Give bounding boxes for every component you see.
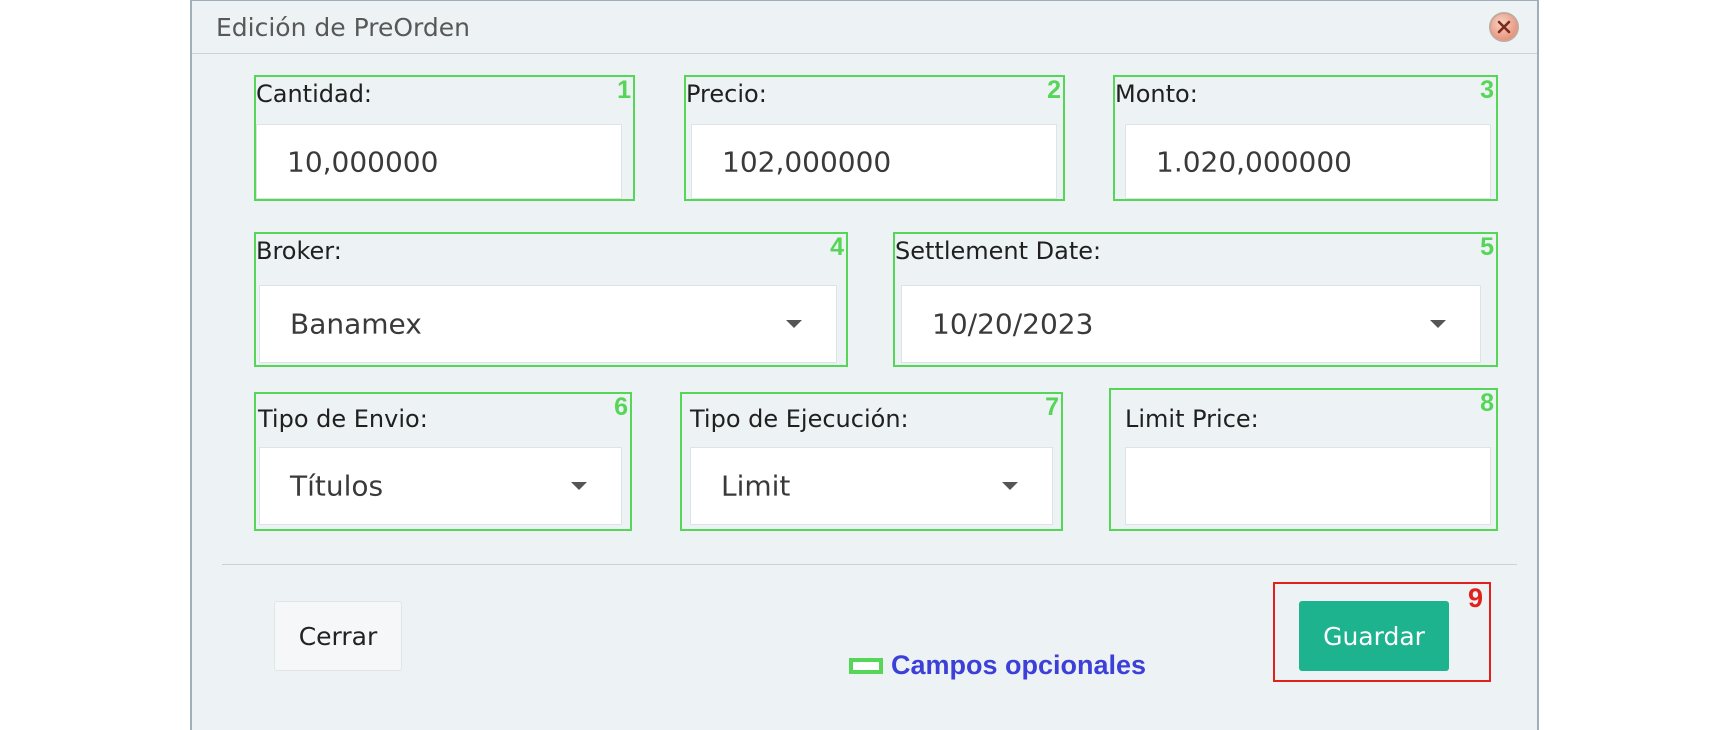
tipo-envio-value: Títulos [290, 469, 384, 503]
tipo-envio-select[interactable]: Títulos [259, 447, 622, 525]
field-number-badge: 3 [1480, 76, 1494, 104]
chevron-down-icon [1430, 320, 1446, 328]
tipo-ejecucion-select[interactable]: Limit [690, 447, 1053, 525]
chevron-down-icon [1002, 482, 1018, 490]
broker-select[interactable]: Banamex [259, 285, 837, 363]
field-number-badge: 7 [1045, 393, 1059, 421]
field-limit-price: 8 Limit Price: [1109, 388, 1498, 531]
field-number-badge: 5 [1480, 233, 1494, 261]
guardar-button[interactable]: Guardar [1299, 601, 1449, 671]
tipo-ejecucion-label: Tipo de Ejecución: [690, 405, 909, 433]
settlement-date-label: Settlement Date: [895, 237, 1102, 265]
field-settlement-date: 5 Settlement Date: 10/20/2023 [893, 232, 1498, 367]
cantidad-value: 10,000000 [287, 145, 439, 178]
field-number-badge: 2 [1047, 76, 1061, 104]
cantidad-input[interactable]: 10,000000 [256, 124, 622, 199]
precio-value: 102,000000 [722, 145, 892, 178]
field-tipo-envio: 6 Tipo de Envio: Títulos [254, 392, 632, 531]
field-broker: 4 Broker: Banamex [254, 232, 848, 367]
field-number-badge: 8 [1480, 389, 1494, 417]
field-cantidad: 1 Cantidad: 10,000000 [254, 75, 635, 201]
tipo-envio-label: Tipo de Envio: [258, 405, 428, 433]
cantidad-label: Cantidad: [256, 80, 373, 108]
monto-value: 1.020,000000 [1156, 145, 1352, 178]
legend: Campos opcionales [849, 650, 1146, 681]
tipo-ejecucion-value: Limit [721, 469, 791, 503]
field-number-badge: 4 [830, 233, 844, 261]
field-number-badge: 1 [617, 76, 631, 104]
dialog-title: Edición de PreOrden [216, 13, 470, 42]
monto-input[interactable]: 1.020,000000 [1125, 124, 1491, 199]
cerrar-button[interactable]: Cerrar [274, 601, 402, 671]
monto-label: Monto: [1115, 80, 1198, 108]
chevron-down-icon [786, 320, 802, 328]
chevron-down-icon [571, 482, 587, 490]
limit-price-input[interactable] [1125, 447, 1491, 525]
limit-price-label: Limit Price: [1125, 405, 1259, 433]
preorder-edit-dialog: Edición de PreOrden 1 Cantidad: 10,00000… [190, 0, 1539, 730]
dialog-titlebar: Edición de PreOrden [192, 1, 1537, 54]
broker-value: Banamex [290, 307, 422, 341]
settlement-date-select[interactable]: 10/20/2023 [901, 285, 1481, 363]
precio-label: Precio: [686, 80, 767, 108]
close-x-glyph [1497, 20, 1511, 34]
broker-label: Broker: [256, 237, 342, 265]
precio-input[interactable]: 102,000000 [691, 124, 1057, 199]
field-tipo-ejecucion: 7 Tipo de Ejecución: Limit [680, 392, 1063, 531]
legend-text: Campos opcionales [891, 650, 1147, 680]
guardar-number-badge: 9 [1467, 583, 1483, 613]
field-monto: 3 Monto: 1.020,000000 [1113, 75, 1498, 201]
settlement-date-value: 10/20/2023 [932, 307, 1094, 341]
field-number-badge: 6 [614, 393, 628, 421]
optional-field-swatch [849, 657, 883, 674]
field-precio: 2 Precio: 102,000000 [684, 75, 1065, 201]
footer-divider [222, 564, 1517, 565]
close-icon[interactable] [1489, 12, 1519, 42]
